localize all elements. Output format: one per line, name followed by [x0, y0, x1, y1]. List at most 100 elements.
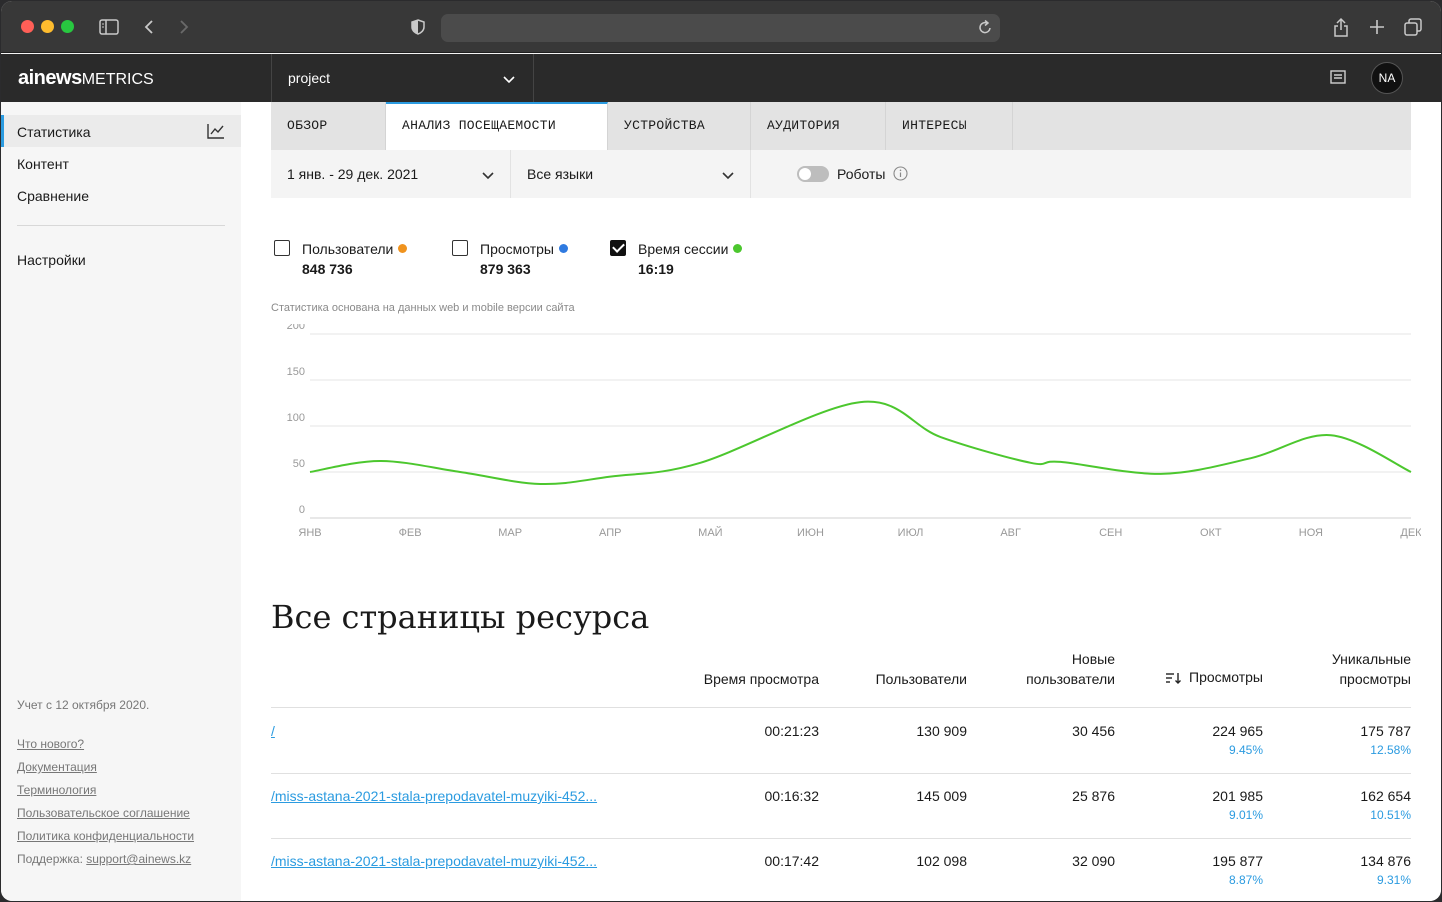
user-agreement-link[interactable]: Пользовательское соглашение: [17, 806, 190, 820]
project-name: project: [288, 70, 331, 86]
table-header: Время просмотра Пользователи Новые польз…: [271, 650, 1411, 708]
cell-users: 102 098: [916, 853, 967, 869]
tab-bar: ОБЗОР АНАЛИЗ ПОСЕЩАЕМОСТИ УСТРОЙСТВА АУД…: [271, 102, 1411, 150]
metric-label: Просмотры: [480, 241, 568, 257]
browser-window: ainewsMETRICS project NA Статистика Конт…: [1, 1, 1441, 901]
sidebar-item-statistics[interactable]: Статистика: [1, 115, 241, 147]
cell-users: 130 909: [916, 723, 967, 739]
project-selector[interactable]: project: [271, 54, 534, 102]
browser-toolbar: [1, 1, 1441, 53]
page-link[interactable]: /: [271, 723, 275, 739]
metric-value: 879 363: [480, 261, 531, 277]
sort-icon[interactable]: [1165, 669, 1181, 689]
chevron-down-icon: [482, 167, 494, 183]
y-tick-label: 50: [293, 458, 305, 470]
reload-icon[interactable]: [978, 19, 992, 40]
tab-audience[interactable]: АУДИТОРИЯ: [751, 102, 886, 150]
x-tick-label: ИЮН: [797, 527, 824, 539]
main-content: ОБЗОР АНАЛИЗ ПОСЕЩАЕМОСТИ УСТРОЙСТВА АУД…: [241, 102, 1441, 901]
chevron-down-icon: [722, 167, 734, 183]
robots-toggle[interactable]: [797, 166, 829, 182]
tracking-since-note: Учет с 12 октября 2020.: [17, 698, 150, 712]
sidebar-item-label: Статистика: [17, 124, 91, 140]
table-row: / 00:21:23 130 909 30 456 224 965 175 787 9.45…: [271, 709, 1411, 774]
privacy-policy-link[interactable]: Политика конфиденциальности: [17, 829, 194, 843]
table-row: /miss-astana-2021-stala-prepodavatel-muz…: [271, 774, 1411, 839]
date-range-select[interactable]: 1 янв. - 29 дек. 2021: [271, 150, 511, 198]
column-unique-views[interactable]: Уникальные просмотры: [1301, 649, 1411, 689]
close-window-button[interactable]: [21, 20, 34, 33]
x-tick-label: МАЙ: [698, 526, 722, 539]
x-tick-label: АВГ: [1000, 527, 1021, 539]
newspaper-icon[interactable]: [1330, 70, 1346, 89]
cell-unique-views: 175 787: [1360, 723, 1411, 739]
page-link[interactable]: /miss-astana-2021-stala-prepodavatel-muz…: [271, 853, 597, 869]
language-value: Все языки: [527, 166, 594, 182]
legend-dot: [733, 244, 743, 253]
sidebar-item-content[interactable]: Контент: [1, 147, 241, 179]
tab-devices[interactable]: УСТРОЙСТВА: [608, 102, 751, 150]
unique-views-percent: 12.58%: [1370, 743, 1411, 757]
column-views[interactable]: Просмотры: [1165, 667, 1263, 689]
column-new-users[interactable]: Новые пользователи: [1005, 649, 1115, 689]
x-tick-label: МАР: [498, 527, 522, 539]
tabs-icon[interactable]: [1403, 15, 1423, 39]
unique-views-percent: 10.51%: [1370, 808, 1411, 822]
info-icon[interactable]: [893, 166, 908, 186]
x-tick-label: НОЯ: [1299, 527, 1323, 539]
cell-views: 201 985: [1212, 788, 1263, 804]
filter-bar: 1 янв. - 29 дек. 2021 Все языки Роботы: [271, 150, 1411, 198]
x-tick-label: ФЕВ: [399, 527, 422, 539]
views-checkbox[interactable]: [452, 240, 468, 256]
legend-dot: [559, 244, 568, 253]
sidebar-icon[interactable]: [98, 15, 120, 39]
terminology-link[interactable]: Терминология: [17, 783, 96, 797]
cell-users: 145 009: [916, 788, 967, 804]
cell-views: 195 877: [1212, 853, 1263, 869]
chevron-down-icon: [503, 71, 515, 87]
x-tick-label: ОКТ: [1200, 527, 1222, 539]
sidebar-divider: [17, 225, 225, 226]
cell-unique-views: 134 876: [1360, 853, 1411, 869]
tab-interests[interactable]: ИНТЕРЕСЫ: [886, 102, 1013, 150]
shield-icon[interactable]: [409, 15, 427, 39]
language-select[interactable]: Все языки: [511, 150, 751, 198]
whats-new-link[interactable]: Что нового?: [17, 737, 84, 751]
app-header: ainewsMETRICS project NA: [1, 54, 1441, 102]
tab-overview[interactable]: ОБЗОР: [271, 102, 386, 150]
plus-icon[interactable]: [1368, 15, 1386, 39]
documentation-link[interactable]: Документация: [17, 760, 97, 774]
chevron-right-icon[interactable]: [176, 15, 192, 39]
address-bar[interactable]: [441, 14, 1000, 42]
page-link[interactable]: /miss-astana-2021-stala-prepodavatel-muz…: [271, 788, 597, 804]
users-checkbox[interactable]: [274, 240, 290, 256]
chart-line-icon: [207, 123, 225, 142]
logo[interactable]: ainewsMETRICS: [18, 67, 154, 90]
chevron-left-icon[interactable]: [141, 15, 157, 39]
y-tick-label: 150: [287, 366, 305, 378]
tab-traffic-analysis[interactable]: АНАЛИЗ ПОСЕЩАЕМОСТИ: [386, 102, 608, 150]
support-email-link[interactable]: support@ainews.kz: [86, 852, 191, 866]
views-percent: 8.87%: [1228, 873, 1263, 887]
zoom-window-button[interactable]: [61, 20, 74, 33]
cell-view-time: 00:17:42: [764, 853, 820, 869]
avatar[interactable]: NA: [1371, 62, 1403, 94]
sidebar-item-settings[interactable]: Настройки: [1, 243, 241, 275]
cell-new-users: 30 456: [1072, 723, 1115, 739]
session-time-chart: 0 50 100 150 200 ЯНВ ФЕВ МАР АПР МАЙ ИЮН ИЮЛ АВГ СЕН О…: [287, 324, 1421, 539]
views-percent: 9.45%: [1228, 743, 1263, 757]
views-percent: 9.01%: [1228, 808, 1263, 822]
metric-value: 16:19: [638, 261, 674, 277]
column-view-time[interactable]: Время просмотра: [704, 669, 819, 689]
sidebar-item-compare[interactable]: Сравнение: [1, 179, 241, 211]
y-tick-label: 100: [287, 412, 305, 424]
x-tick-label: ЯНВ: [298, 527, 321, 539]
section-title: Все страницы ресурса: [271, 598, 650, 636]
share-icon[interactable]: [1332, 15, 1350, 39]
cell-view-time: 00:21:23: [764, 723, 820, 739]
session-time-checkbox[interactable]: [610, 240, 626, 256]
cell-new-users: 25 876: [1072, 788, 1115, 804]
minimize-window-button[interactable]: [41, 20, 54, 33]
legend-dot: [398, 244, 408, 253]
column-users[interactable]: Пользователи: [876, 669, 967, 689]
